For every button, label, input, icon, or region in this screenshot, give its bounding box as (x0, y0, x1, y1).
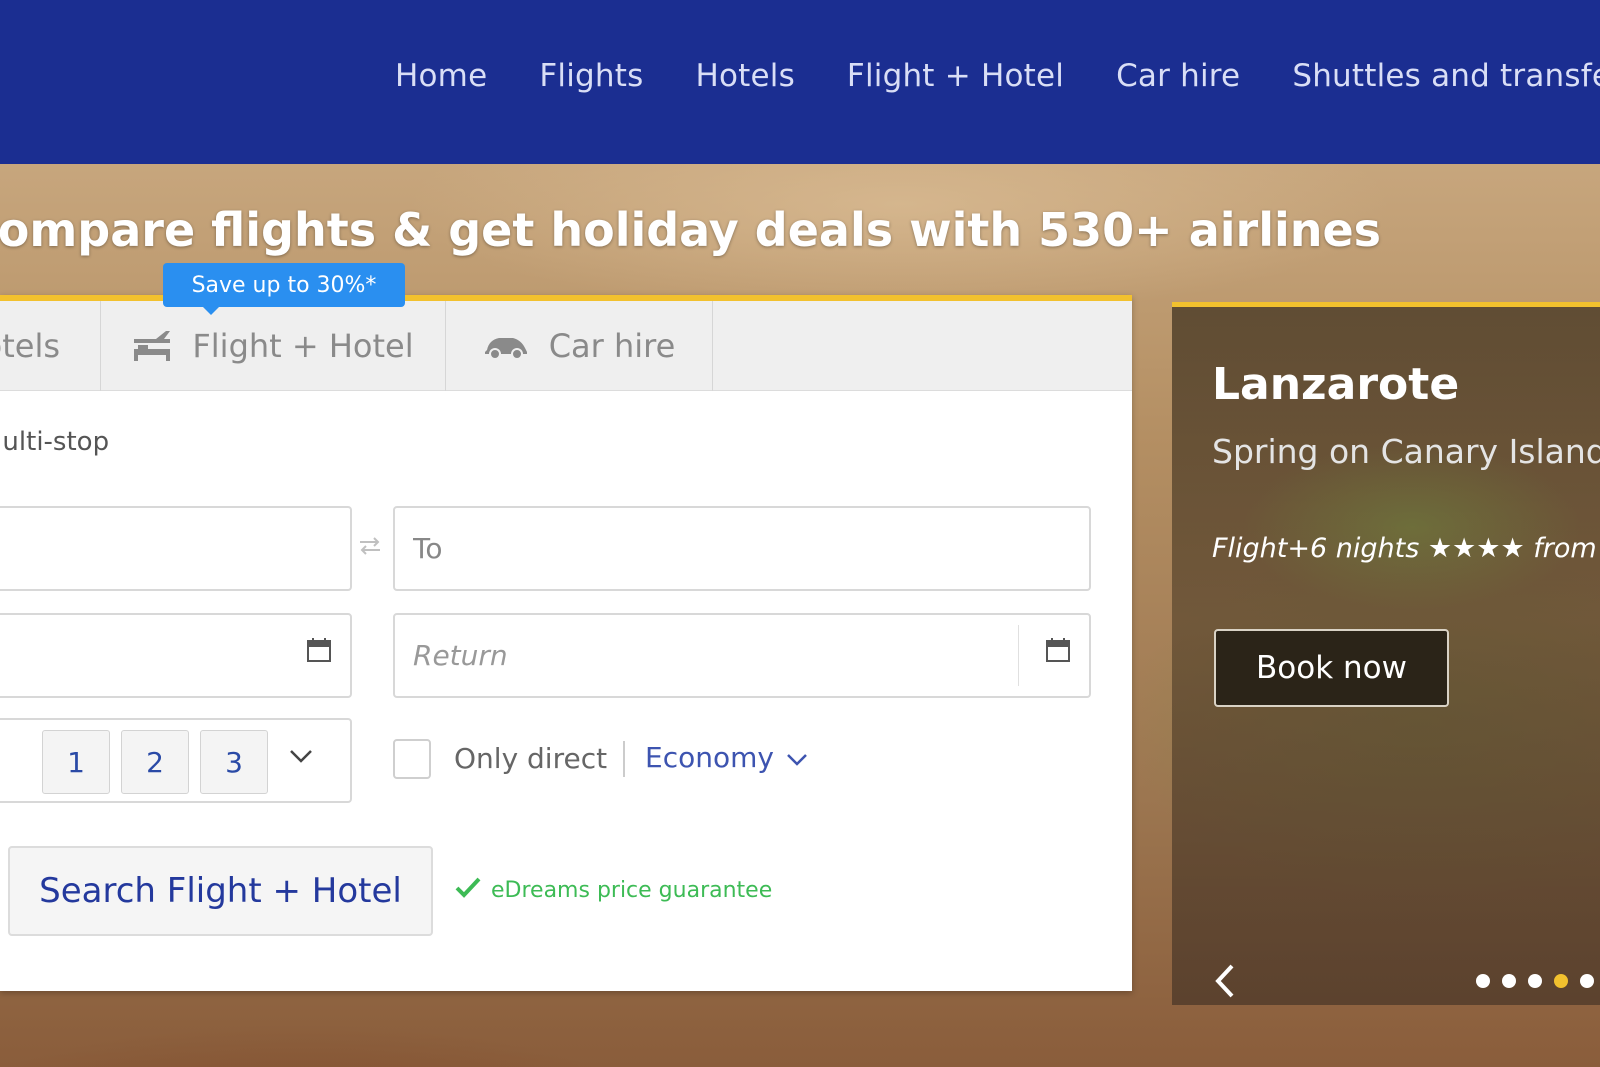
only-direct-checkbox[interactable] (393, 739, 431, 779)
tab-flight-hotel-label: Flight + Hotel (192, 327, 414, 365)
main-nav: Home Flights Hotels Flight + Hotel Car h… (395, 58, 1600, 94)
passengers-selector: 1 2 3 (0, 718, 352, 803)
promo-title: Lanzarote (1212, 359, 1460, 410)
chevron-left-icon[interactable] (1212, 962, 1238, 1004)
to-field (393, 506, 1091, 591)
promo-offer: Flight+6 nights ★★★★ from (1212, 533, 1597, 564)
carousel-dot-active[interactable] (1554, 974, 1568, 988)
nav-shuttles-transfers[interactable]: Shuttles and transfers (1292, 58, 1600, 94)
search-flight-hotel-button[interactable]: Search Flight + Hotel (8, 846, 433, 936)
chevron-down-icon (786, 741, 808, 774)
top-navigation-bar: Home Flights Hotels Flight + Hotel Car h… (0, 0, 1600, 164)
return-date-input[interactable] (395, 615, 1089, 696)
from-field (0, 506, 352, 591)
from-input[interactable] (0, 508, 350, 589)
divider (623, 741, 625, 777)
car-icon (483, 332, 529, 360)
promo-carousel: Lanzarote Spring on Canary Islands Fligh… (1172, 302, 1600, 1005)
book-now-button[interactable]: Book now (1214, 629, 1449, 707)
calendar-icon[interactable] (306, 637, 332, 667)
nav-car-hire[interactable]: Car hire (1116, 58, 1240, 94)
return-date-field (393, 613, 1091, 698)
carousel-dot[interactable] (1476, 974, 1490, 988)
depart-date-input[interactable] (0, 615, 350, 696)
price-guarantee-label: eDreams price guarantee (491, 877, 773, 903)
hero-headline: Compare flights & get holiday deals with… (0, 203, 1382, 257)
only-direct-label: Only direct (454, 742, 608, 775)
carousel-dot[interactable] (1502, 974, 1516, 988)
nav-hotels[interactable]: Hotels (695, 58, 794, 94)
carousel-dot[interactable] (1528, 974, 1542, 988)
tab-hotels-label: Hotels (0, 327, 60, 365)
tab-car-hire-label: Car hire (548, 327, 676, 365)
carousel-dots (1476, 974, 1600, 988)
passenger-count-3[interactable]: 3 (200, 730, 268, 794)
passenger-count-1[interactable]: 1 (42, 730, 110, 794)
depart-date-field (0, 613, 352, 698)
search-panel: Hotels Flight + Hotel (0, 295, 1132, 991)
nav-flights[interactable]: Flights (539, 58, 643, 94)
product-tabs: Hotels Flight + Hotel (0, 301, 1132, 391)
checkmark-icon (455, 876, 481, 904)
cabin-class-dropdown[interactable]: Economy (645, 741, 808, 774)
carousel-dot[interactable] (1580, 974, 1594, 988)
tab-hotels[interactable]: Hotels (0, 301, 101, 391)
chevron-down-icon[interactable] (289, 748, 313, 768)
calendar-icon[interactable] (1045, 637, 1071, 667)
passenger-count-2[interactable]: 2 (121, 730, 189, 794)
to-input[interactable] (395, 508, 1089, 589)
swap-arrows-icon[interactable] (356, 534, 384, 562)
trip-type-multi-stop[interactable]: Multi-stop (0, 427, 109, 457)
plane-bed-icon (132, 329, 172, 363)
save-badge: Save up to 30%* (163, 263, 405, 315)
promo-subtitle: Spring on Canary Islands (1212, 432, 1600, 471)
tab-flight-hotel[interactable]: Flight + Hotel (101, 301, 446, 391)
nav-flight-hotel[interactable]: Flight + Hotel (847, 58, 1064, 94)
divider (1018, 625, 1019, 686)
nav-home[interactable]: Home (395, 58, 487, 94)
cabin-class-value: Economy (645, 741, 774, 774)
tab-car-hire[interactable]: Car hire (446, 301, 713, 391)
price-guarantee[interactable]: eDreams price guarantee (455, 876, 772, 904)
